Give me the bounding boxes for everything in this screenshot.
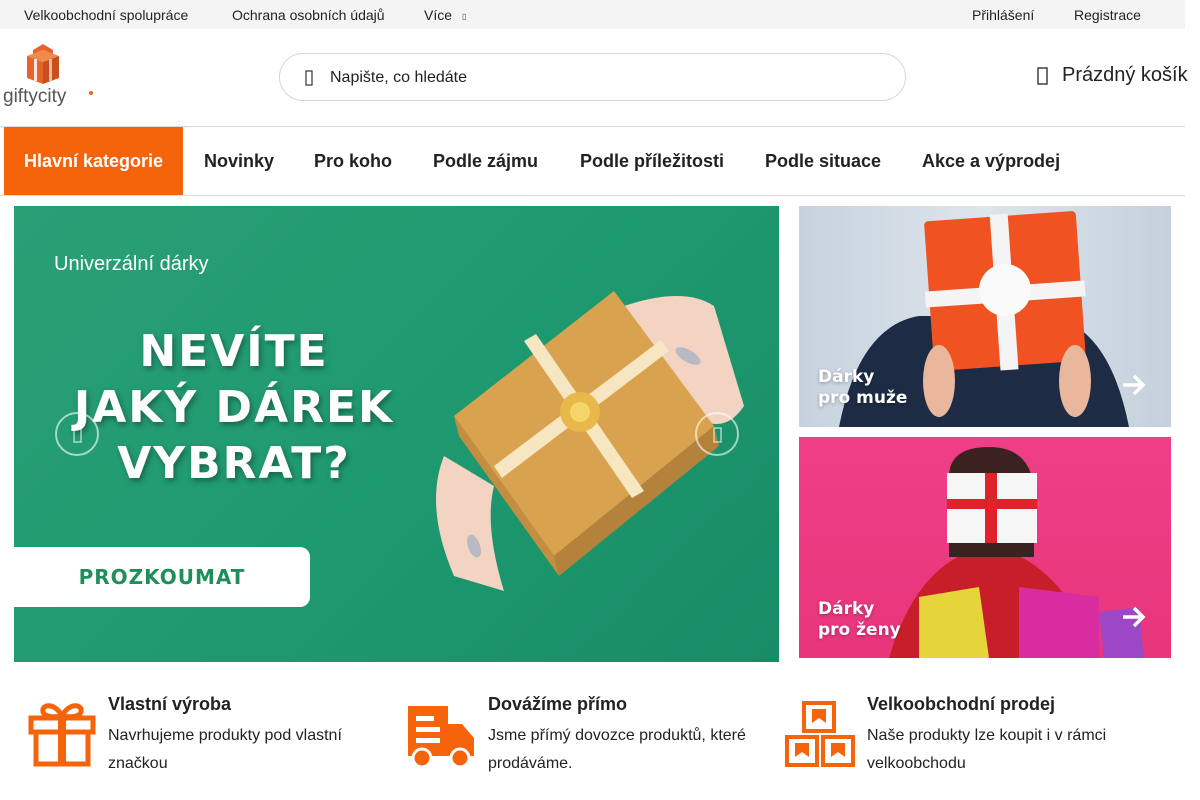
search-icon[interactable] [300, 68, 320, 88]
feature-title: Dovážíme přímo [488, 694, 628, 714]
privacy-link[interactable]: Ochrana osobních údajů [232, 7, 385, 23]
feature-description: Naše produkty lze koupit i v rámci velko… [867, 727, 1107, 772]
feature-title: Velkoobchodní prodej [867, 694, 1056, 714]
chevron-down-icon: ▯ [462, 11, 467, 21]
arrow-right-icon [1123, 606, 1146, 628]
gift-logo-icon: giftycity [3, 44, 93, 107]
nav-divider [0, 195, 1185, 196]
site-logo[interactable]: giftycity [3, 42, 95, 107]
top-bar: Velkoobchodní spolupráce Ochrana osobníc… [0, 0, 1185, 29]
boxes-icon [785, 701, 855, 767]
arrow-right-icon [1123, 374, 1146, 396]
nav-item-by-occasion[interactable]: Podle příležitosti [580, 127, 724, 195]
men-banner-line-2: pro muže [818, 388, 908, 408]
explore-button[interactable]: PROZKOUMAT [14, 547, 310, 607]
men-banner-line-1: Dárky [818, 367, 875, 387]
cart-icon [1037, 66, 1048, 85]
men-banner-label: Dárky pro muže [818, 367, 907, 409]
nav-item-for-whom[interactable]: Pro koho [314, 127, 392, 195]
hero-headline: NEVÍTE JAKÝ DÁREK VYBRAT? [44, 324, 424, 492]
women-banner-label: Dárky pro ženy [818, 599, 901, 641]
nav-item-sale[interactable]: Akce a výprodej [922, 127, 1060, 195]
gift-icon [28, 703, 96, 767]
feature-title: Vlastní výroba [108, 694, 232, 714]
feature-description: Jsme přímý dovozce produktů, které prodá… [488, 727, 746, 772]
search-box [279, 53, 906, 101]
nav-item-by-situation[interactable]: Podle situace [765, 127, 881, 195]
carousel-next-button[interactable] [695, 412, 739, 456]
main-navigation: Hlavní kategorie Novinky Pro koho Podle … [0, 127, 1185, 195]
arrow-left-icon [73, 427, 82, 443]
hero-tag: Univerzální dárky [54, 253, 209, 275]
banner-gifts-for-women[interactable]: Dárky pro ženy [799, 437, 1171, 658]
wholesale-link[interactable]: Velkoobchodní spolupráce [24, 7, 188, 23]
banner-gifts-for-men[interactable]: Dárky pro muže [799, 206, 1171, 427]
more-label: Více [424, 7, 453, 23]
women-banner-line-2: pro ženy [818, 620, 901, 640]
delivery-truck-icon [408, 706, 474, 769]
search-input[interactable] [330, 66, 890, 90]
login-link[interactable]: Přihlášení [972, 7, 1034, 23]
hero-banner[interactable]: Univerzální dárky NEVÍTE JAKÝ DÁREK VYBR… [14, 206, 779, 662]
cart-button[interactable]: Prázdný košík [1036, 64, 1188, 87]
hero-line-2: JAKÝ DÁREK [73, 382, 395, 433]
women-banner-line-1: Dárky [818, 599, 875, 619]
nav-item-new[interactable]: Novinky [204, 127, 274, 195]
cart-label: Prázdný košík [1062, 64, 1188, 86]
more-menu[interactable]: Více ▯ [424, 7, 466, 23]
register-link[interactable]: Registrace [1074, 7, 1141, 23]
logo-text: giftycity [3, 86, 67, 106]
hero-line-3: VYBRAT? [117, 438, 351, 489]
arrow-right-icon [713, 427, 722, 443]
nav-item-main-categories[interactable]: Hlavní kategorie [4, 127, 184, 195]
nav-item-by-interest[interactable]: Podle zájmu [433, 127, 538, 195]
carousel-prev-button[interactable] [55, 412, 99, 456]
feature-description: Navrhujeme produkty pod vlastní značkou [108, 727, 342, 772]
hero-line-1: NEVÍTE [139, 326, 329, 377]
